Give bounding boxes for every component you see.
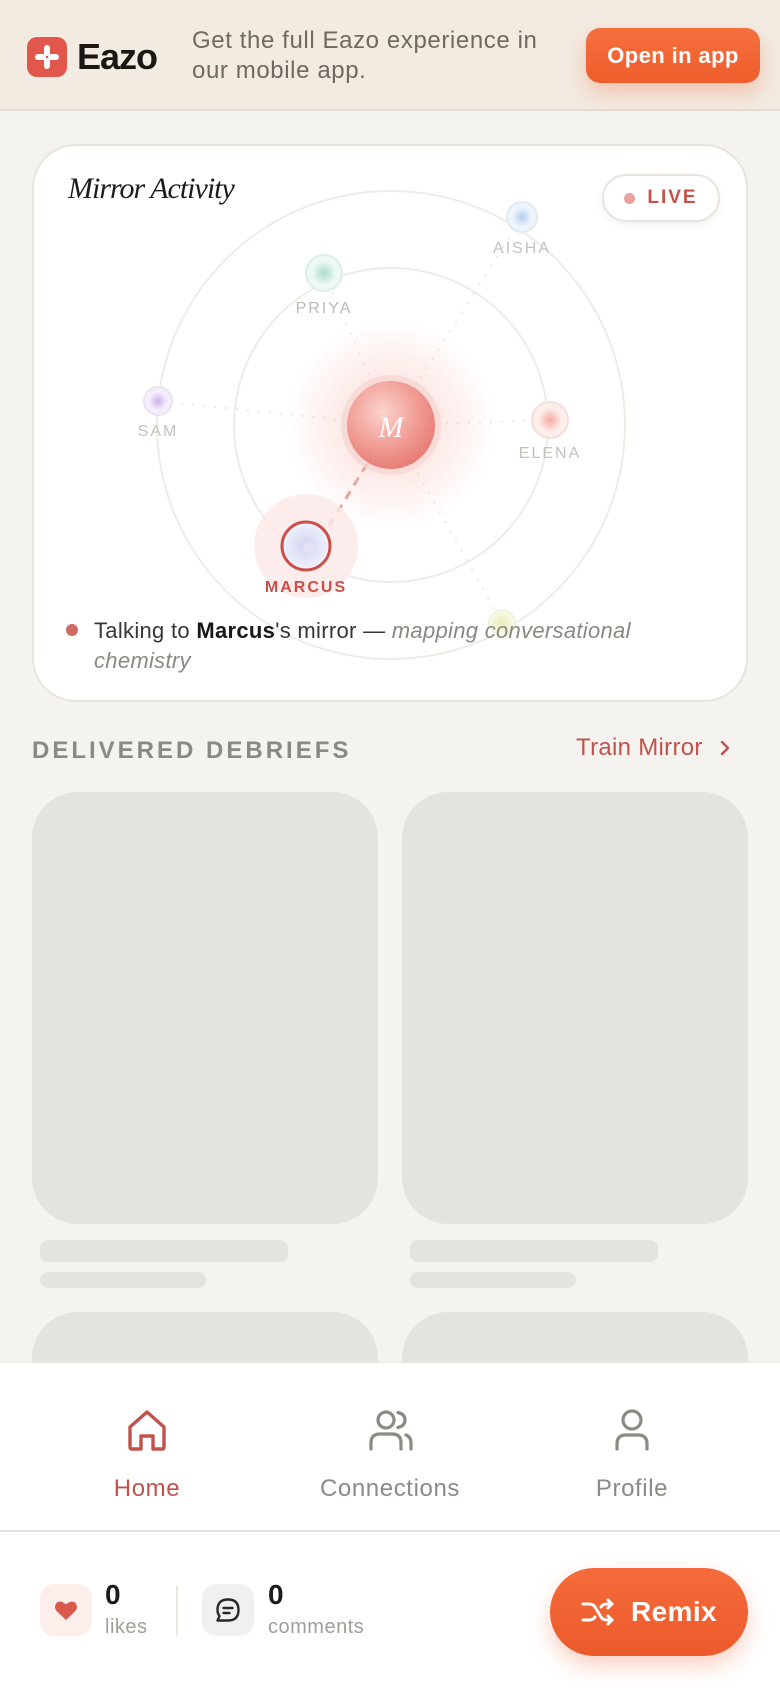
like-button[interactable] — [40, 1584, 92, 1636]
app-promo-banner: Eazo Get the full Eazo experience in our… — [0, 0, 780, 111]
post-action-bar: 0 likes 0 comments Remix — [0, 1532, 780, 1688]
brand-name: Eazo — [77, 36, 158, 77]
train-mirror-label: Train Mirror — [576, 734, 703, 761]
nav-profile[interactable]: Profile — [502, 1363, 762, 1531]
nav-home-label: Home — [113, 1475, 181, 1502]
shuffle-icon — [581, 1598, 614, 1626]
skeleton-title-line — [410, 1240, 658, 1262]
remix-button[interactable]: Remix — [550, 1568, 748, 1656]
skeleton-subtitle-line — [410, 1272, 576, 1288]
node-label: ELENA — [519, 445, 581, 462]
card-title: Mirror Activity — [68, 172, 235, 205]
live-badge: LIVE — [602, 174, 720, 222]
eazo-logo-icon — [27, 37, 67, 77]
status-person: Marcus — [196, 618, 276, 643]
user-icon — [615, 1409, 649, 1451]
status-dot-icon — [66, 624, 78, 636]
comments-label: comments — [268, 1616, 365, 1638]
nav-profile-label: Profile — [595, 1475, 669, 1502]
skeleton-subtitle-line — [40, 1272, 206, 1288]
likes-label: likes — [105, 1616, 148, 1638]
nav-connections-label: Connections — [319, 1475, 461, 1502]
banner-message: Get the full Eazo experience in our mobi… — [192, 27, 538, 84]
debrief-card-skeleton — [32, 792, 378, 1224]
node-sam[interactable]: SAM — [138, 386, 179, 440]
comments-count: 0 — [268, 1579, 284, 1610]
home-icon — [128, 1410, 166, 1451]
node-aisha[interactable]: AISHA — [493, 201, 551, 257]
comment-icon — [216, 1598, 240, 1622]
heart-icon — [54, 1601, 78, 1620]
bottom-navigation: Home Connections Profile — [0, 1362, 780, 1532]
likes-count: 0 — [105, 1579, 121, 1610]
chevron-right-icon — [720, 740, 729, 756]
node-label: AISHA — [493, 240, 551, 257]
users-icon — [369, 1410, 413, 1451]
section-title: DELIVERED DEBRIEFS — [32, 737, 352, 764]
node-priya[interactable]: PRIYA — [296, 254, 353, 317]
comment-button[interactable] — [202, 1584, 254, 1636]
skeleton-title-line — [40, 1240, 288, 1262]
center-mirror-node[interactable]: M — [347, 381, 435, 469]
mirror-status: Talking to Marcus's mirror — mapping con… — [94, 616, 694, 676]
node-label: MARCUS — [265, 579, 347, 596]
mirror-activity-card: M AISHA PRIYA SAM ELENA MARCUS Mirror Ac… — [32, 144, 748, 702]
train-mirror-link[interactable]: Train Mirror — [576, 734, 731, 762]
node-marcus[interactable]: MARCUS — [254, 494, 358, 598]
brand-logo: Eazo — [27, 36, 158, 78]
live-label: LIVE — [647, 187, 698, 208]
node-label: SAM — [138, 423, 179, 440]
nav-home[interactable]: Home — [17, 1363, 277, 1531]
status-prefix: Talking to — [94, 618, 190, 643]
center-initial: M — [378, 411, 406, 444]
node-label: PRIYA — [296, 300, 353, 317]
status-middle: 's mirror — — [275, 618, 386, 643]
node-elena[interactable]: ELENA — [519, 401, 581, 462]
open-in-app-button[interactable]: Open in app — [586, 28, 760, 83]
stat-divider — [176, 1586, 178, 1636]
nav-connections[interactable]: Connections — [260, 1363, 520, 1531]
debrief-card-skeleton — [402, 792, 748, 1224]
live-dot-icon — [624, 192, 636, 204]
remix-label: Remix — [630, 1596, 718, 1627]
